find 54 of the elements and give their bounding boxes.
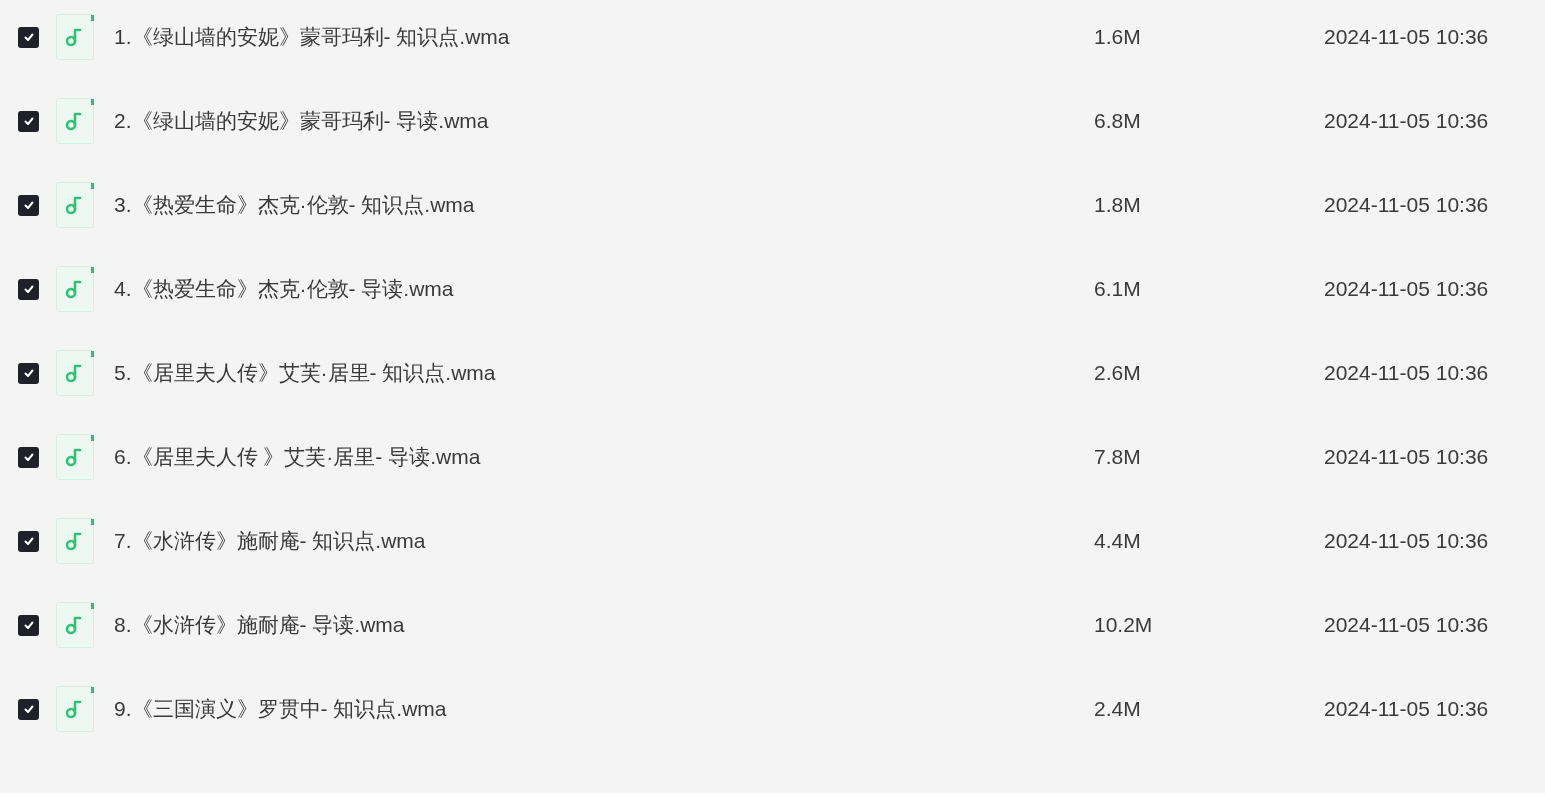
file-name[interactable]: 8.《水浒传》施耐庵- 导读.wma [114,609,1094,641]
modified-date: 2024-11-05 10:36 [1324,192,1489,219]
file-size: 7.8M [1094,444,1142,471]
audio-file-icon [56,266,96,312]
file-name[interactable]: 6.《居里夫人传 》艾芙·居里- 导读.wma [114,441,1094,473]
file-name[interactable]: 2.《绿山墙的安妮》蒙哥玛利- 导读.wma [114,105,1094,137]
file-size: 2.4M [1094,696,1142,723]
file-size: 6.8M [1094,108,1142,135]
file-size: 6.1M [1094,276,1142,303]
audio-file-icon [56,518,96,564]
audio-file-icon [56,434,96,480]
file-name[interactable]: 7.《水浒传》施耐庵- 知识点.wma [114,525,1094,557]
audio-file-icon [56,686,96,732]
checkbox[interactable] [18,194,39,216]
check-icon [22,535,35,547]
file-size: 4.4M [1094,528,1142,555]
modified-date: 2024-11-05 10:36 [1324,612,1489,639]
file-size: 1.8M [1094,192,1142,219]
modified-date: 2024-11-05 10:36 [1324,696,1489,723]
checkbox[interactable] [18,446,39,468]
audio-file-icon [56,602,96,648]
check-icon [22,283,35,295]
file-size: 10.2M [1094,612,1154,639]
check-icon [22,367,35,379]
check-icon [22,619,35,631]
check-icon [22,703,35,715]
modified-date: 2024-11-05 10:36 [1324,444,1489,471]
checkbox[interactable] [18,362,39,384]
file-name[interactable]: 4.《热爱生命》杰克·伦敦- 导读.wma [114,273,1094,305]
checkbox[interactable] [18,26,39,48]
checkbox[interactable] [18,614,39,636]
file-name[interactable]: 3.《热爱生命》杰克·伦敦- 知识点.wma [114,189,1094,221]
check-icon [22,199,35,211]
modified-date: 2024-11-05 10:36 [1324,24,1489,51]
audio-file-icon [56,14,96,60]
audio-file-icon [56,350,96,396]
modified-date: 2024-11-05 10:36 [1324,276,1489,303]
check-icon [22,31,35,43]
modified-date: 2024-11-05 10:36 [1324,360,1489,387]
checkbox[interactable] [18,530,39,552]
checkbox[interactable] [18,698,39,720]
file-name[interactable]: 5.《居里夫人传》艾芙·居里- 知识点.wma [114,357,1094,389]
check-icon [22,451,35,463]
checkbox[interactable] [18,110,39,132]
modified-date: 2024-11-05 10:36 [1324,108,1489,135]
file-size: 2.6M [1094,360,1142,387]
file-size: 1.6M [1094,24,1142,51]
check-icon [22,115,35,127]
file-name[interactable]: 9.《三国演义》罗贯中- 知识点.wma [114,693,1094,725]
audio-file-icon [56,98,96,144]
file-name[interactable]: 1.《绿山墙的安妮》蒙哥玛利- 知识点.wma [114,21,1094,53]
checkbox[interactable] [18,278,39,300]
modified-date: 2024-11-05 10:36 [1324,528,1489,555]
audio-file-icon [56,182,96,228]
